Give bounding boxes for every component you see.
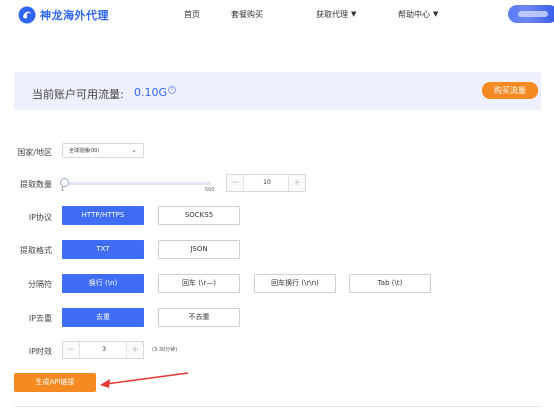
divider xyxy=(14,406,541,407)
quantity-slider-handle[interactable] xyxy=(60,178,69,187)
validity-label: IP时效 xyxy=(28,347,52,356)
quantity-stepper[interactable]: − 10 + xyxy=(226,174,306,192)
slider-max-label: 500 xyxy=(205,187,215,193)
nav-home[interactable]: 首页 xyxy=(184,9,200,20)
generate-api-link-button[interactable]: 生成API链接 xyxy=(14,373,96,392)
decrement-button[interactable]: − xyxy=(227,175,244,191)
nav-packages[interactable]: 套餐购买 xyxy=(231,9,263,20)
format-option-txt[interactable]: TXT xyxy=(62,240,144,259)
nav-get-proxy[interactable]: 获取代理 ▼ xyxy=(316,9,356,20)
validity-stepper[interactable]: − 3 + xyxy=(62,341,144,359)
separator-option-newline[interactable]: 换行 (\n) xyxy=(62,274,144,293)
slider-min-label: 1 xyxy=(61,187,65,193)
nav-label: 帮助中心 xyxy=(398,10,430,19)
arrow-annotation-icon xyxy=(100,372,189,388)
chevron-down-icon: ⌄ xyxy=(131,146,137,154)
chevron-down-icon: ▼ xyxy=(351,10,357,18)
available-traffic-label: 当前账户可用流量: xyxy=(32,88,124,101)
increment-button[interactable]: + xyxy=(288,175,305,191)
nav-label: 获取代理 xyxy=(316,10,348,19)
decrement-button[interactable]: − xyxy=(63,342,80,358)
protocol-option-http[interactable]: HTTP/HTTPS xyxy=(62,206,144,225)
quantity-value[interactable]: 10 xyxy=(243,179,291,186)
avatar xyxy=(518,11,548,17)
quantity-label: 提取数量 xyxy=(20,180,52,189)
chevron-down-icon: ▼ xyxy=(433,10,439,18)
region-select[interactable]: 全球混播(00) ⌄ xyxy=(62,143,144,158)
protocol-option-socks5[interactable]: SOCKS5 xyxy=(158,206,240,225)
separator-option-cr[interactable]: 回车 (\r—) xyxy=(158,274,240,293)
buy-traffic-button[interactable]: 购买流量 xyxy=(482,82,538,99)
quantity-slider-track[interactable] xyxy=(63,182,211,185)
validity-range-hint: (3-30分钟) xyxy=(152,347,178,353)
increment-button[interactable]: + xyxy=(126,342,143,358)
brand-name[interactable]: 神龙海外代理 xyxy=(40,7,109,23)
protocol-label: IP协议 xyxy=(28,213,52,222)
dedupe-option-off[interactable]: 不去重 xyxy=(158,308,240,327)
dedupe-option-on[interactable]: 去重 xyxy=(62,308,144,327)
validity-value[interactable]: 3 xyxy=(79,346,129,353)
separator-label: 分隔符 xyxy=(28,280,52,289)
nav-help-center[interactable]: 帮助中心 ▼ xyxy=(398,9,438,20)
region-label: 国家/地区 xyxy=(17,148,52,157)
format-label: 提取格式 xyxy=(20,246,52,255)
logo-icon[interactable] xyxy=(18,6,36,24)
dedupe-label: IP去重 xyxy=(28,314,52,323)
nav-label: 首页 xyxy=(184,10,200,19)
info-icon[interactable]: ? xyxy=(168,86,176,94)
nav-label: 套餐购买 xyxy=(231,10,263,19)
separator-option-tab[interactable]: Tab (\t) xyxy=(349,274,431,293)
separator-option-crlf[interactable]: 回车换行 (\r\n) xyxy=(254,274,336,293)
format-option-json[interactable]: JSON xyxy=(158,240,240,259)
available-traffic-value: 0.10G xyxy=(134,86,168,99)
region-selected-value: 全球混播(00) xyxy=(69,148,100,154)
